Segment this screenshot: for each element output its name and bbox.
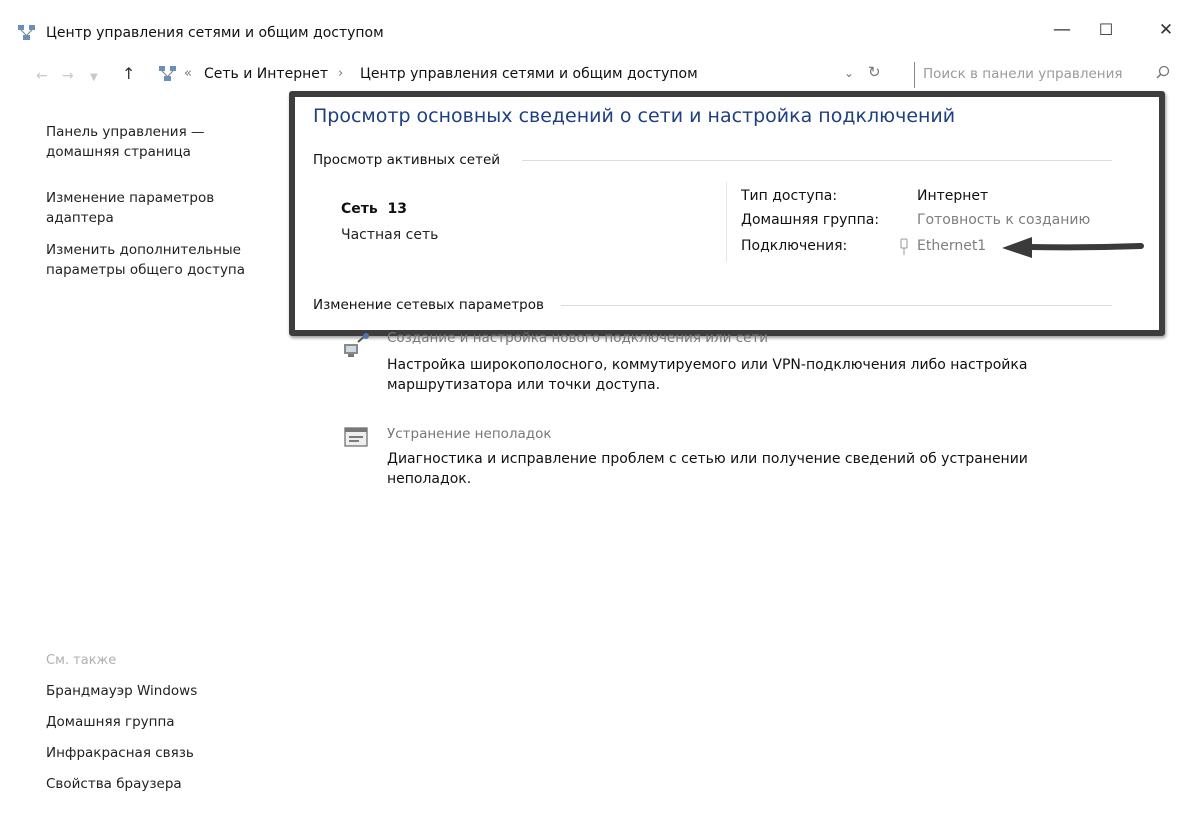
see-also-link-infrared[interactable]: Инфракрасная связь bbox=[46, 743, 194, 763]
active-networks-label: Просмотр активных сетей bbox=[313, 152, 501, 168]
page-title: Просмотр основных сведений о сети и наст… bbox=[313, 105, 956, 127]
access-type-label: Тип доступа: bbox=[741, 188, 838, 204]
see-also-heading: См. также bbox=[46, 653, 117, 668]
troubleshoot-icon bbox=[344, 427, 368, 447]
connections-label: Подключения: bbox=[741, 238, 848, 254]
new-connection-icon bbox=[344, 333, 369, 357]
sidebar-link-adapter-settings[interactable]: Изменение параметров адаптера bbox=[46, 188, 214, 228]
forward-arrow-icon[interactable]: → bbox=[62, 68, 74, 84]
sidebar-link-control-panel-home[interactable]: Панель управления — домашняя страница bbox=[46, 122, 205, 162]
see-also-link-homegroup[interactable]: Домашняя группа bbox=[46, 712, 175, 732]
search-input[interactable]: Поиск в панели управления bbox=[923, 66, 1123, 82]
troubleshoot-description: Диагностика и исправление проблем с сеть… bbox=[387, 451, 1028, 487]
new-connection-link[interactable]: Создание и настройка нового подключения … bbox=[387, 330, 768, 346]
see-also-link-browser-properties[interactable]: Свойства браузера bbox=[46, 774, 182, 794]
see-also-link-firewall[interactable]: Брандмауэр Windows bbox=[46, 681, 197, 701]
title-bar: Центр управления сетями и общим доступом… bbox=[6, 6, 1194, 46]
new-connection-description: Настройка широкополосного, коммутируемог… bbox=[387, 357, 1028, 393]
search-box[interactable]: Поиск в панели управления bbox=[914, 62, 1175, 88]
window-title: Центр управления сетями и общим доступом bbox=[46, 25, 384, 41]
access-type-value: Интернет bbox=[917, 188, 989, 204]
ethernet-icon bbox=[900, 238, 908, 255]
minimize-button[interactable]: — bbox=[1040, 14, 1084, 46]
back-arrow-icon[interactable]: ← bbox=[36, 68, 48, 84]
breadcrumb-item-network-center[interactable]: Центр управления сетями и общим доступом bbox=[360, 66, 698, 82]
search-icon[interactable] bbox=[1153, 63, 1173, 83]
homegroup-link[interactable]: Готовность к созданию bbox=[917, 212, 1090, 228]
control-panel-icon bbox=[159, 66, 176, 81]
network-divider bbox=[726, 182, 727, 262]
sidebar-link-advanced-sharing[interactable]: Изменить дополнительные параметры общего… bbox=[46, 240, 245, 280]
up-arrow-icon[interactable]: ↑ bbox=[122, 64, 135, 83]
troubleshoot-link[interactable]: Устранение неполадок bbox=[387, 426, 552, 442]
breadcrumb-overflow-button[interactable]: « bbox=[184, 66, 192, 81]
breadcrumb-separator[interactable]: › bbox=[338, 66, 343, 81]
change-settings-label: Изменение сетевых параметров bbox=[313, 297, 544, 313]
section-divider-2 bbox=[561, 305, 1112, 306]
annotation-arrow-icon bbox=[1002, 237, 1144, 258]
address-dropdown-icon[interactable]: ⌄ bbox=[844, 66, 854, 80]
close-button[interactable]: ✕ bbox=[1144, 14, 1188, 46]
recent-locations-icon[interactable]: ▼ bbox=[90, 72, 98, 83]
breadcrumb-item-network-internet[interactable]: Сеть и Интернет bbox=[204, 66, 328, 82]
network-category: Частная сеть bbox=[341, 227, 439, 243]
refresh-icon[interactable]: ↻ bbox=[868, 63, 881, 81]
network-name: Сеть 13 bbox=[341, 201, 407, 217]
maximize-button[interactable]: ☐ bbox=[1084, 14, 1128, 46]
homegroup-label: Домашняя группа: bbox=[741, 212, 880, 228]
ethernet-connection-link[interactable]: Ethernet1 bbox=[917, 238, 986, 254]
section-divider bbox=[522, 160, 1112, 161]
network-center-icon bbox=[18, 25, 35, 40]
window: Центр управления сетями и общим доступом… bbox=[6, 6, 1194, 809]
